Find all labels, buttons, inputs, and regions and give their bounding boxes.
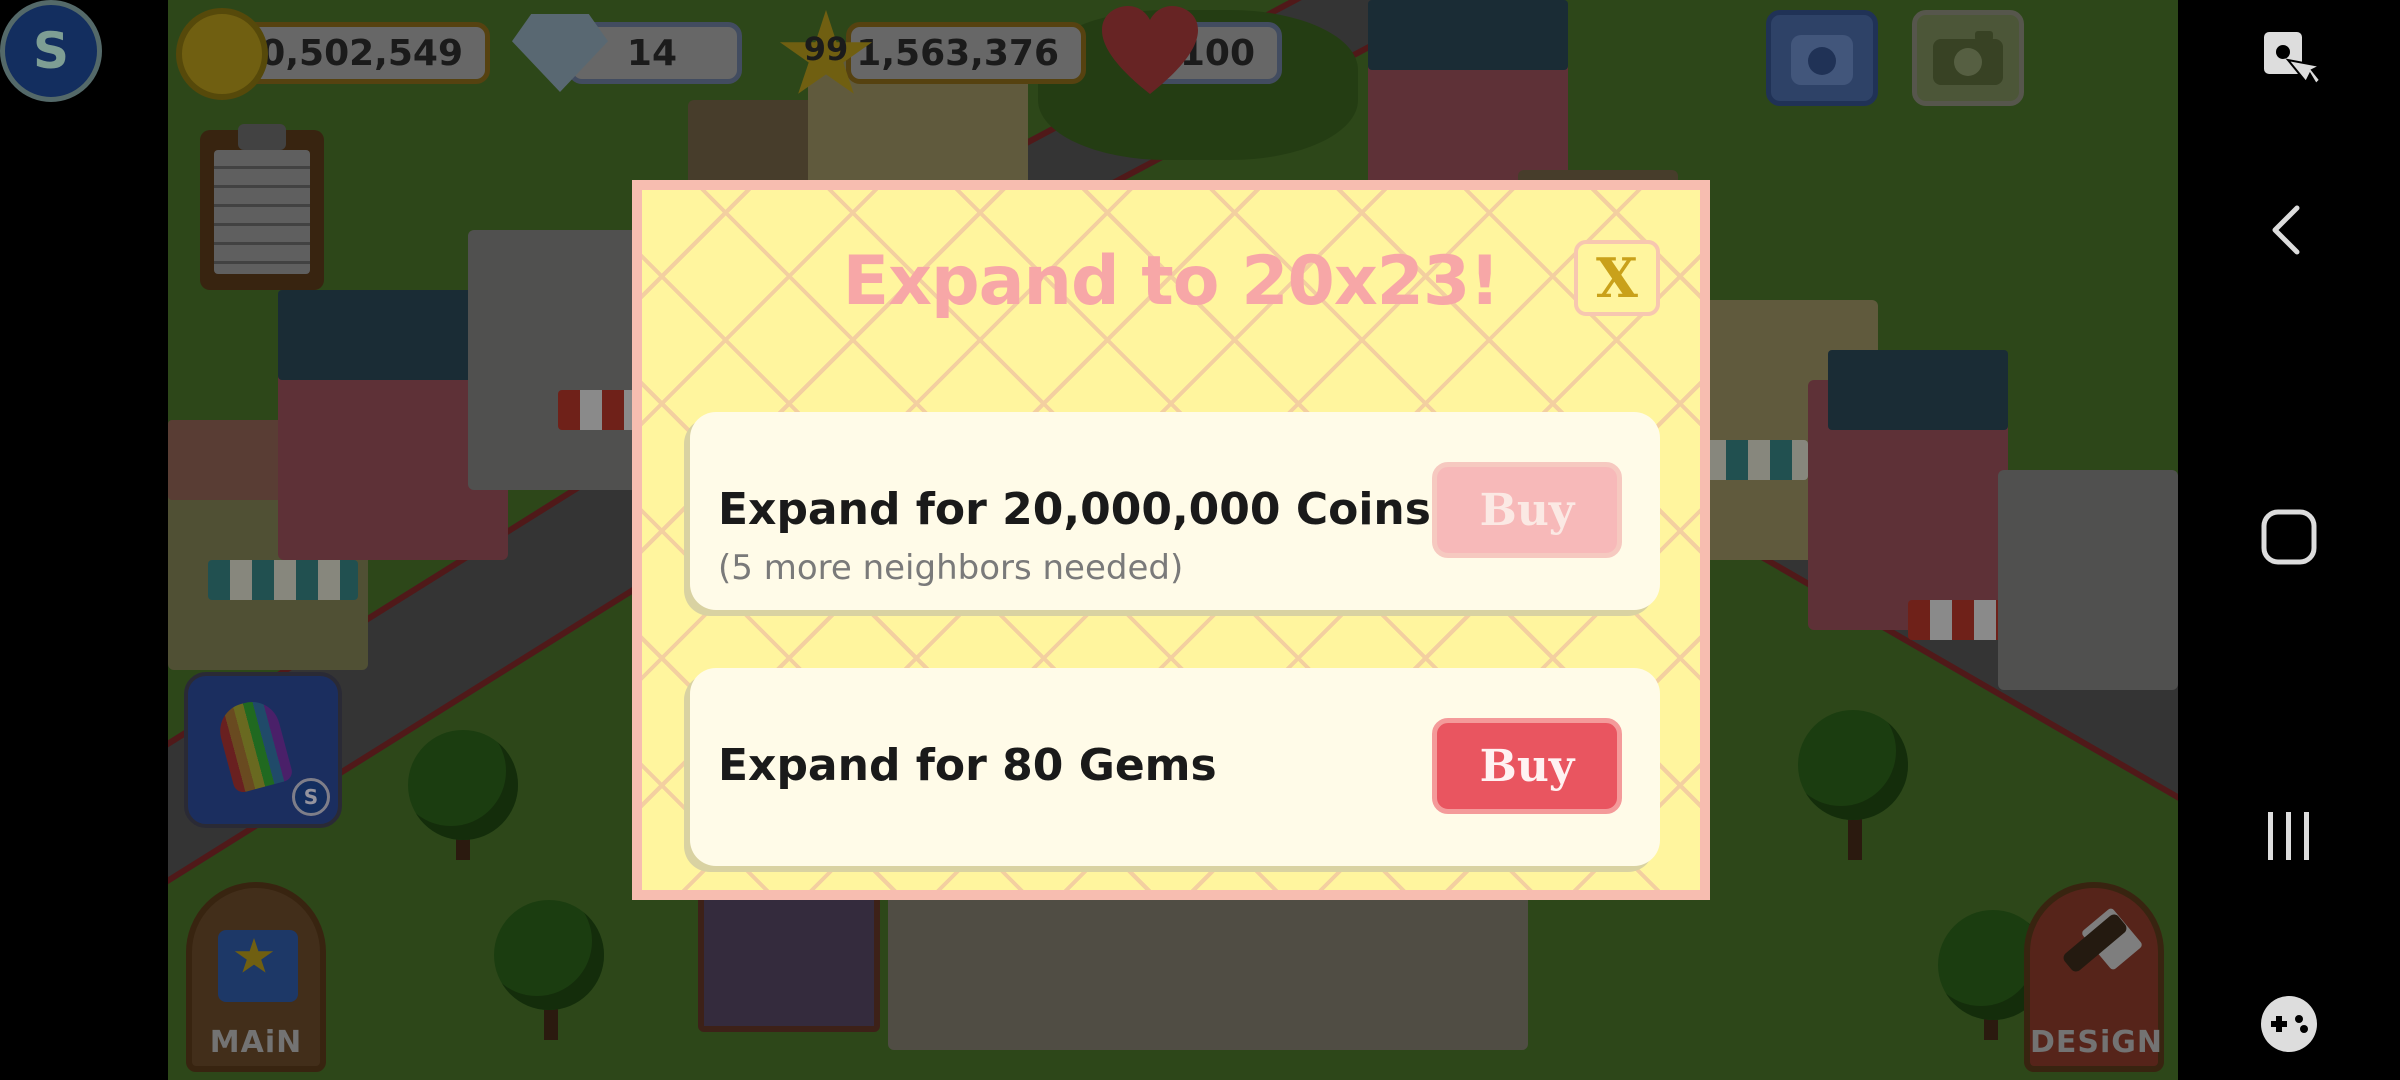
buy-gems-button[interactable]: Buy — [1432, 718, 1622, 814]
system-nav-bar — [2178, 0, 2400, 1080]
clipboard-icon — [238, 124, 286, 150]
screen-lock-button[interactable] — [2178, 24, 2400, 94]
recents-icon — [2268, 812, 2309, 860]
close-icon: X — [1596, 246, 1638, 310]
s-button[interactable]: S — [0, 0, 102, 102]
screen-lock-icon — [2264, 32, 2324, 86]
option-coins-title: Expand for 20,000,000 Coins — [718, 484, 1431, 535]
phone-icon — [1791, 35, 1853, 85]
coins-value: 40,502,549 — [235, 32, 463, 74]
xp-counter[interactable]: 1,563,376 — [846, 22, 1086, 84]
option-coins-subtitle: (5 more neighbors needed) — [718, 548, 1184, 588]
buy-gems-label: Buy — [1479, 740, 1575, 792]
buy-coins-button[interactable]: Buy — [1432, 462, 1622, 558]
clipboard-button[interactable] — [200, 130, 324, 290]
gems-value: 14 — [626, 32, 677, 74]
design-button[interactable]: DESiGN — [2024, 882, 2164, 1072]
home-icon — [2261, 509, 2317, 565]
design-label: DESiGN — [2030, 1025, 2164, 1060]
option-coins: Expand for 20,000,000 Coins (5 more neig… — [690, 412, 1660, 610]
coin-icon — [176, 8, 268, 100]
back-button[interactable] — [2178, 200, 2400, 260]
camera-icon — [1933, 31, 2003, 85]
phone-button[interactable] — [1766, 10, 1878, 106]
level-value: 99 — [803, 30, 849, 68]
main-label: MAiN — [209, 1025, 303, 1060]
game-tools-button[interactable] — [2178, 992, 2400, 1056]
popsicle-icon — [213, 695, 295, 795]
buy-coins-label: Buy — [1479, 484, 1575, 536]
popsicle-event-button[interactable]: S — [184, 672, 342, 828]
main-menu-button[interactable]: MAiN — [186, 882, 326, 1072]
dialog-title: Expand to 20x23! — [842, 242, 1501, 321]
option-gems: Expand for 80 Gems Buy — [690, 668, 1660, 866]
back-icon — [2272, 205, 2300, 255]
s-badge-icon: S — [292, 778, 330, 816]
game-tools-icon — [2261, 996, 2317, 1052]
coins-counter[interactable]: 40,502,549 — [232, 22, 490, 84]
expand-dialog: Expand to 20x23! X Expand for 20,000,000… — [632, 180, 1710, 900]
close-button[interactable]: X — [1574, 240, 1660, 316]
s-icon: S — [32, 22, 69, 80]
recents-button[interactable] — [2178, 806, 2400, 866]
option-gems-title: Expand for 80 Gems — [718, 740, 1217, 791]
xp-value: 1,563,376 — [856, 32, 1059, 74]
camera-button[interactable] — [1912, 10, 2024, 106]
home-button[interactable] — [2178, 502, 2400, 572]
